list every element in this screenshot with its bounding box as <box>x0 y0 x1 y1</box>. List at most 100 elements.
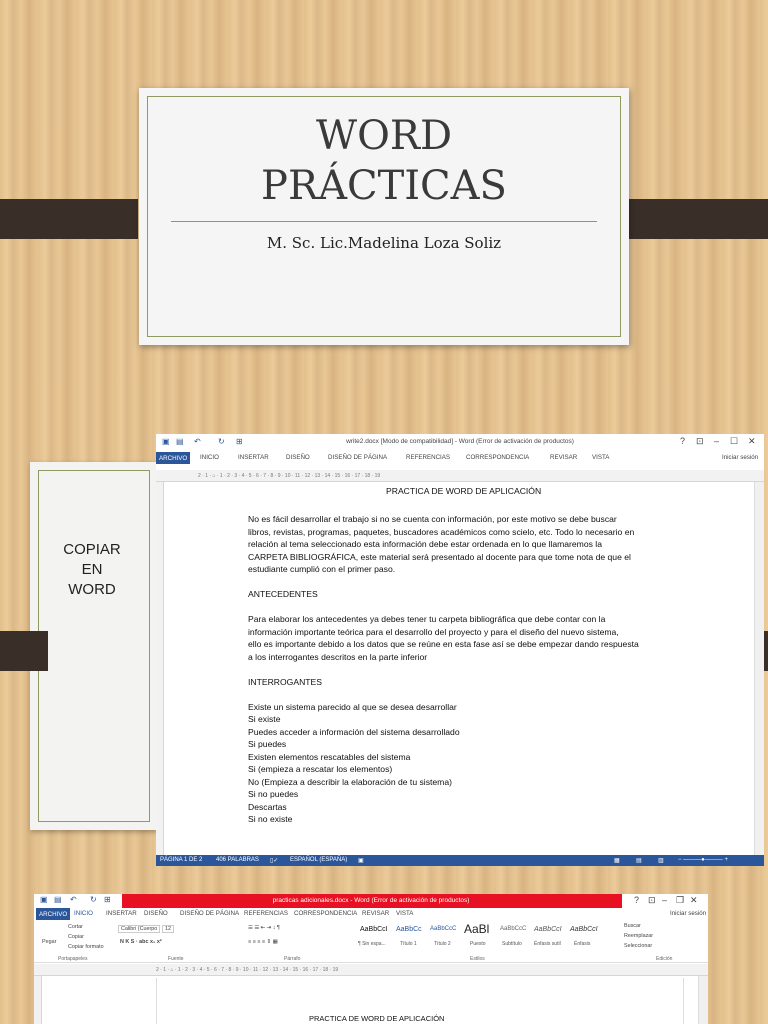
style-name[interactable]: Énfasis sutil <box>534 941 561 947</box>
font-size-box[interactable]: 12 <box>162 925 174 933</box>
align-buttons[interactable]: ≡ ≡ ≡ ≡ ⇕ ▦ <box>248 939 278 945</box>
tab-revisar[interactable]: REVISAR <box>362 910 389 917</box>
slide-title-line2: PRÁCTICAS <box>261 163 507 209</box>
doc-line: información importante teórica para el d… <box>248 626 619 637</box>
copy-label-line3: WORD <box>68 581 116 598</box>
tab-correspondencia[interactable]: CORRESPONDENCIA <box>294 910 357 917</box>
tab-vista[interactable]: VISTA <box>592 454 609 461</box>
tab-inicio[interactable]: INICIO <box>200 454 219 461</box>
print-layout-icon[interactable]: ▤ <box>636 857 642 864</box>
copy-button[interactable]: Copiar <box>68 934 84 940</box>
home-ribbon: Pegar Cortar Copiar Copiar formato Porta… <box>34 921 708 963</box>
status-language[interactable]: ESPAÑOL (ESPAÑA) <box>290 857 347 863</box>
doc-line: ello es importante debido a los datos qu… <box>248 639 639 649</box>
style-sample[interactable]: AaBbCcI <box>360 926 388 933</box>
minimize-button[interactable]: – <box>662 895 667 905</box>
font-name-box[interactable]: Calibri (Cuerpo <box>118 925 161 933</box>
tab-correspondencia[interactable]: CORRESPONDENCIA <box>466 454 529 461</box>
doc-line: Descartas <box>248 801 287 812</box>
style-name[interactable]: ¶ Sin espa... <box>358 941 386 947</box>
replace-button[interactable]: Reemplazar <box>624 933 653 939</box>
zoom-slider[interactable]: − ———●——— + <box>678 857 728 863</box>
document-page[interactable]: PRACTICA DE WORD DE APLICACIÓN No es fác… <box>200 482 720 855</box>
signin-link[interactable]: Iniciar sesión <box>722 454 758 461</box>
paragraph-group-label: Párrafo <box>284 956 301 962</box>
style-name[interactable]: Subtítulo <box>502 941 522 947</box>
style-name[interactable]: Énfasis <box>574 941 590 947</box>
doc-line: INTERROGANTES <box>248 676 323 687</box>
slide-author: M. Sc. Lic.Madelina Loza Soliz <box>266 234 502 252</box>
doc-line: Existen elementos rescatables del sistem… <box>248 751 411 762</box>
doc-line: Existe un sistema parecido al que se des… <box>248 701 457 712</box>
copy-label-line2: EN <box>81 561 103 578</box>
macro-icon[interactable]: ▣ <box>358 857 364 864</box>
doc-line: relación al tema seleccionado esta infor… <box>248 539 602 549</box>
style-sample[interactable]: AaBbCcI <box>534 926 562 933</box>
style-sample[interactable]: AaBbCcC <box>500 926 526 932</box>
tab-diseno[interactable]: DISEÑO <box>144 910 168 917</box>
restore-button[interactable]: ❐ <box>676 895 684 906</box>
doc-line: libros, revistas, programas, paquetes, b… <box>248 526 635 537</box>
ribbon-options-button[interactable]: ⊡ <box>696 436 704 447</box>
maximize-button[interactable]: ☐ <box>730 436 738 447</box>
status-page[interactable]: PÁGINA 1 DE 2 <box>160 857 202 863</box>
proofing-icon[interactable]: ▯✓ <box>270 857 278 864</box>
tab-insertar[interactable]: INSERTAR <box>238 454 269 461</box>
style-sample[interactable]: AaBbCc <box>396 926 422 933</box>
tab-referencias[interactable]: REFERENCIAS <box>244 910 288 917</box>
select-button[interactable]: Seleccionar <box>624 943 652 949</box>
status-words[interactable]: 406 PALABRAS <box>216 857 259 863</box>
doc-line: ANTECEDENTES <box>248 589 318 599</box>
tab-vista[interactable]: VISTA <box>396 910 413 917</box>
find-button[interactable]: Buscar <box>624 923 641 929</box>
style-sample[interactable]: AaBbCcC <box>430 926 456 932</box>
tab-inicio[interactable]: INICIO <box>74 910 93 917</box>
close-button[interactable]: ✕ <box>690 895 698 906</box>
doc-line: Si (empieza a rescatar los elementos) <box>248 764 393 774</box>
doc-line: No (Empieza a describir la elaboración d… <box>248 776 452 787</box>
signin-link[interactable]: Iniciar sesión <box>670 910 706 917</box>
tab-diseno[interactable]: DISEÑO <box>286 454 310 461</box>
document-page[interactable]: PRACTICA DE WORD DE APLICACIÓN <box>156 978 684 1024</box>
tab-archivo[interactable]: ARCHIVO <box>156 452 191 464</box>
doc-line: estudiante cumplió con el primer paso. <box>248 564 396 574</box>
read-mode-icon[interactable]: ▦ <box>614 857 620 864</box>
font-format-buttons[interactable]: N K S · abc x₂ x² <box>120 939 162 945</box>
font-group-label: Fuente <box>168 956 184 962</box>
tab-revisar[interactable]: REVISAR <box>550 454 577 461</box>
tab-referencias[interactable]: REFERENCIAS <box>406 454 450 461</box>
help-button[interactable]: ? <box>680 436 685 446</box>
horizontal-ruler[interactable]: 2 · 1 · ⌂ · 1 · 2 · 3 · 4 · 5 · 6 · 7 · … <box>34 964 708 976</box>
tab-diseno-pagina[interactable]: DISEÑO DE PÁGINA <box>328 454 387 461</box>
paste-button[interactable]: Pegar <box>42 939 56 945</box>
vertical-scrollbar[interactable] <box>698 976 708 1024</box>
clipboard-group-label: Portapapeles <box>58 956 88 962</box>
paragraph-buttons[interactable]: ☰ ☰ ⇤ ⇥ ↕ ¶ <box>248 925 280 931</box>
vertical-ruler[interactable] <box>34 976 42 1024</box>
horizontal-ruler[interactable]: 2 · 1 · ⌂ · 1 · 2 · 3 · 4 · 5 · 6 · 7 · … <box>156 470 764 482</box>
title-divider <box>171 221 597 222</box>
help-button[interactable]: ? <box>634 895 639 905</box>
vertical-scrollbar[interactable] <box>754 482 764 855</box>
doc-line: Para elaborar los antecedentes ya debes … <box>248 614 606 624</box>
tab-insertar[interactable]: INSERTAR <box>106 910 137 917</box>
left-bar-1 <box>0 199 138 239</box>
style-name[interactable]: Título 2 <box>434 941 451 947</box>
cut-button[interactable]: Cortar <box>68 924 83 930</box>
style-sample[interactable]: AaBl <box>464 922 489 936</box>
styles-group-label: Estilos <box>470 956 485 962</box>
ribbon-options-button[interactable]: ⊡ <box>648 895 656 906</box>
tab-archivo[interactable]: ARCHIVO <box>36 908 71 920</box>
style-sample[interactable]: AaBbCcI <box>570 926 598 933</box>
vertical-ruler[interactable] <box>156 482 164 855</box>
word2-titlebar: ▣ ▤ ↶ ↻ ⊞ practicas adicionales.docx - W… <box>34 894 708 908</box>
minimize-button[interactable]: – <box>714 436 719 446</box>
style-name[interactable]: Puesto <box>470 941 486 947</box>
style-name[interactable]: Título 1 <box>400 941 417 947</box>
web-layout-icon[interactable]: ▥ <box>658 857 664 864</box>
format-painter-button[interactable]: Copiar formato <box>68 944 104 950</box>
status-bar: PÁGINA 1 DE 2 406 PALABRAS ▯✓ ESPAÑOL (E… <box>156 855 764 866</box>
word1-title: write2.docx [Modo de compatibilidad] - W… <box>346 438 574 445</box>
tab-diseno-pagina[interactable]: DISEÑO DE PÁGINA <box>180 910 239 917</box>
close-button[interactable]: ✕ <box>748 436 756 447</box>
